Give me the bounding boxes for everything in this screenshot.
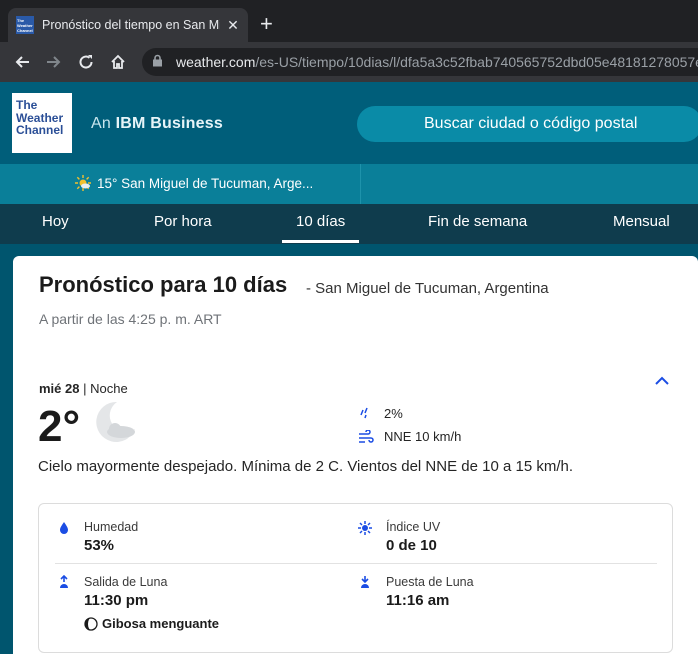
waning-gibbous-icon bbox=[84, 616, 98, 631]
tab-mensual[interactable]: Mensual bbox=[613, 213, 670, 230]
mostly-clear-night-icon bbox=[96, 401, 135, 442]
forecast-nav bbox=[0, 204, 698, 244]
humidity-drop-icon bbox=[60, 522, 68, 534]
chevron-up-icon[interactable] bbox=[653, 372, 671, 390]
url-text: weather.com/es-US/tiempo/10dias/l/dfa5a3… bbox=[176, 54, 698, 70]
moonrise-icon bbox=[60, 575, 68, 588]
tab-por-hora[interactable]: Por hora bbox=[154, 213, 212, 230]
humidity-value: 53% bbox=[84, 537, 115, 554]
moonset-value: 11:16 am bbox=[386, 592, 450, 609]
precip-chance: 2% bbox=[358, 406, 403, 421]
as-of-timestamp: A partir de las 4:25 p. m. ART bbox=[39, 311, 222, 327]
tab-title: Pronóstico del tiempo en San Miguel de T… bbox=[42, 18, 220, 32]
close-tab-icon[interactable]: ✕ bbox=[226, 17, 240, 34]
back-arrow-icon[interactable] bbox=[6, 46, 38, 78]
day-period-label: mié 28 | Noche bbox=[39, 381, 128, 396]
tab-fin-de-semana[interactable]: Fin de semana bbox=[428, 213, 527, 230]
search-input[interactable]: Buscar ciudad o código postal bbox=[357, 106, 698, 142]
details-divider bbox=[55, 563, 657, 564]
browser-tab[interactable]: The Weather Channel Pronóstico del tiemp… bbox=[8, 8, 248, 42]
moonrise-value: 11:30 pm bbox=[84, 592, 149, 609]
wind-info: NNE 10 km/h bbox=[358, 429, 461, 444]
rain-drops-icon bbox=[360, 407, 368, 418]
moon-phase: Gibosa menguante bbox=[84, 616, 219, 631]
forecast-description: Cielo mayormente despejado. Mínima de 2 … bbox=[38, 458, 574, 475]
saved-location-text: 15° San Miguel de Tucuman, Arge... bbox=[97, 175, 314, 191]
weather-channel-favicon: The Weather Channel bbox=[16, 16, 34, 34]
the-weather-channel-logo[interactable]: The Weather Channel bbox=[12, 93, 72, 153]
location-divider bbox=[360, 164, 361, 204]
reload-icon[interactable] bbox=[70, 46, 102, 78]
lock-icon bbox=[152, 54, 166, 70]
uv-label: Índice UV bbox=[386, 520, 441, 534]
tab-hoy[interactable]: Hoy bbox=[42, 213, 69, 230]
forward-arrow-icon[interactable] bbox=[38, 46, 70, 78]
address-bar[interactable]: weather.com/es-US/tiempo/10dias/l/dfa5a3… bbox=[142, 48, 698, 76]
humidity-label: Humedad bbox=[84, 520, 139, 534]
browser-toolbar: weather.com/es-US/tiempo/10dias/l/dfa5a3… bbox=[0, 42, 698, 82]
title-location: - San Miguel de Tucuman, Argentina bbox=[306, 280, 549, 297]
browser-tabstrip: The Weather Channel Pronóstico del tiemp… bbox=[0, 0, 698, 42]
uv-sun-icon bbox=[358, 521, 372, 535]
new-tab-icon[interactable]: + bbox=[260, 13, 273, 35]
mostly-sunny-icon bbox=[75, 175, 91, 191]
moonset-icon bbox=[361, 576, 369, 588]
home-icon[interactable] bbox=[102, 46, 134, 78]
moonrise-label: Salida de Luna bbox=[84, 575, 168, 589]
saved-location[interactable]: 15° San Miguel de Tucuman, Arge... bbox=[75, 175, 313, 191]
ibm-business-tagline: An IBM Business bbox=[91, 115, 223, 132]
night-temperature: 2° bbox=[38, 402, 81, 451]
tab-10-dias[interactable]: 10 días bbox=[281, 213, 360, 243]
page-title: Pronóstico para 10 días bbox=[39, 272, 288, 297]
uv-value: 0 de 10 bbox=[386, 537, 437, 554]
wind-icon bbox=[359, 429, 374, 443]
moonset-label: Puesta de Luna bbox=[386, 575, 474, 589]
